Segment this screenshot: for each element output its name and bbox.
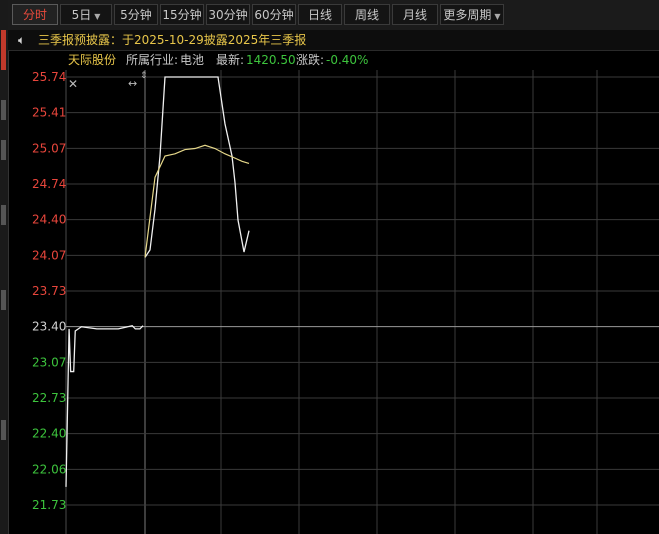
y-tick-label: 22.73 <box>32 391 66 405</box>
tab-5[interactable]: 60分钟 <box>252 4 296 25</box>
stock-info-bar: 天际股份 所属行业: 电池 最新: 1420.50 涨跌: -0.40% <box>8 50 659 70</box>
y-tick-label: 25.41 <box>32 106 66 120</box>
y-tick-label: 22.40 <box>32 427 66 441</box>
tab-2[interactable]: 5分钟 <box>114 4 158 25</box>
y-tick-label: 22.06 <box>32 462 66 476</box>
intraday-chart[interactable]: 25.74 25.41 25.07 24.74 24.40 24.07 23.73 23.40… <box>0 70 659 534</box>
tab-label: 周线 <box>354 8 379 22</box>
chevron-down-icon: ▼ <box>494 12 501 21</box>
speaker-icon: 🔈︎ <box>18 33 26 47</box>
tab-1[interactable]: 5日 ▼ <box>60 4 112 25</box>
y-tick-label: 24.74 <box>32 177 66 191</box>
period-toolbar: 分时 5日 ▼ 5分钟 15分钟 30分钟 60分钟 日线 周线 月线 更多周期 ▼ <box>8 0 659 31</box>
y-tick-label: 25.07 <box>32 141 66 155</box>
tab-7[interactable]: 周线 <box>344 4 390 25</box>
tab-label: 5日 <box>71 8 92 22</box>
price-line-afternoon <box>144 76 250 258</box>
tab-9[interactable]: 更多周期 ▼ <box>440 4 504 25</box>
tab-label: 日线 <box>307 8 332 22</box>
edge-marker <box>1 30 6 70</box>
close-icon: ✕ <box>68 77 78 91</box>
latest-value: 1420.50 <box>246 53 296 67</box>
average-line <box>144 144 250 258</box>
tab-label: 30分钟 <box>208 8 248 22</box>
industry-value[interactable]: 电池 <box>180 50 204 70</box>
stock-name: 天际股份 <box>68 53 117 67</box>
industry-label: 所属行业: <box>126 53 179 67</box>
y-tick-label: 24.40 <box>32 213 66 227</box>
tab-label: 15分钟 <box>162 8 202 22</box>
tab-label: 60分钟 <box>254 8 294 22</box>
latest-label: 最新: <box>216 53 245 67</box>
y-tick-label: 23.73 <box>32 284 66 298</box>
change-label: 涨跌: <box>296 53 325 67</box>
price-line-morning <box>65 324 144 487</box>
tab-label: 5分钟 <box>120 8 152 22</box>
resize-icon: ↔ <box>128 77 137 90</box>
tab-4[interactable]: 30分钟 <box>206 4 250 25</box>
y-tick-label: 25.74 <box>32 70 66 84</box>
chevron-down-icon: ▼ <box>94 12 101 21</box>
notice-bar: 🔈︎ 三季报预披露：于2025-10-29披露2025年三季报 <box>8 30 659 51</box>
tab-8[interactable]: 月线 <box>392 4 438 25</box>
tab-3[interactable]: 15分钟 <box>160 4 204 25</box>
tab-label: 更多周期 <box>443 8 492 22</box>
change-value: -0.40% <box>326 53 369 67</box>
y-tick-label: 24.07 <box>32 248 66 262</box>
y-tick-label: 21.73 <box>32 498 66 512</box>
y-tick-label: 23.07 <box>32 355 66 369</box>
y-tick-label: 23.40 <box>32 320 66 334</box>
tab-0[interactable]: 分时 <box>12 4 58 25</box>
notice-text: 三季报预披露：于2025-10-29披露2025年三季报 <box>38 33 307 47</box>
tab-6[interactable]: 日线 <box>298 4 342 25</box>
tab-label: 月线 <box>402 8 427 22</box>
updown-icon: ⇕ <box>140 71 148 81</box>
tab-label: 分时 <box>22 8 47 22</box>
